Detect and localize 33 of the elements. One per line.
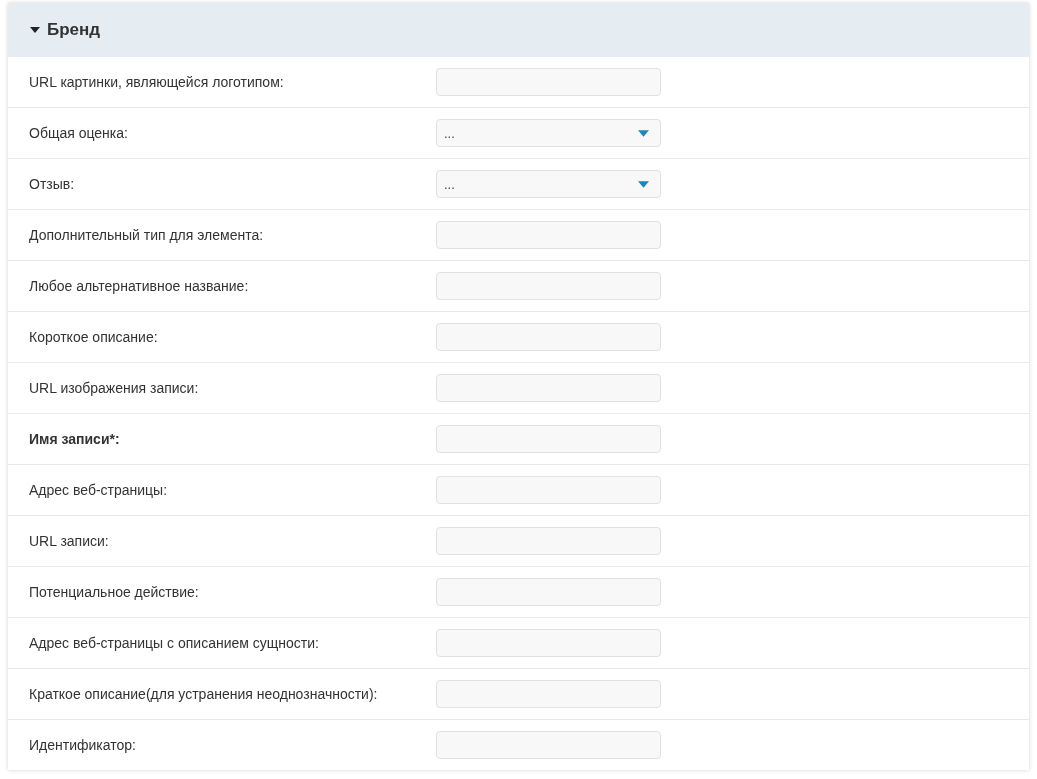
- field-label: Дополнительный тип для элемента:: [29, 227, 265, 243]
- panel-header[interactable]: Бренд: [8, 3, 1029, 57]
- field-label: Краткое описание(для устранения неоднозначности):: [29, 686, 379, 702]
- input-field[interactable]: [436, 221, 661, 249]
- panel-title: Бренд: [47, 20, 101, 40]
- input-field[interactable]: [436, 680, 661, 708]
- field-label: Потенциальное действие:: [29, 584, 200, 600]
- input-field[interactable]: [436, 425, 661, 453]
- field-label: URL записи:: [29, 533, 110, 549]
- dropdown[interactable]: ...: [436, 119, 661, 147]
- input-field[interactable]: [436, 527, 661, 555]
- field-label: Короткое описание:: [29, 329, 159, 345]
- input-field[interactable]: [436, 374, 661, 402]
- field-label: Идентификатор:: [29, 737, 137, 753]
- field-label: URL картинки, являющейся логотипом:: [29, 74, 285, 90]
- field-label: Имя записи*:: [29, 431, 121, 447]
- field-label: Отзыв:: [29, 176, 76, 192]
- field-label: Любое альтернативное название:: [29, 278, 250, 294]
- input-field[interactable]: [436, 731, 661, 759]
- input-field[interactable]: [436, 68, 661, 96]
- input-field[interactable]: [436, 578, 661, 606]
- caret-icon: [638, 180, 649, 188]
- input-field[interactable]: [436, 476, 661, 504]
- caret-icon: [638, 129, 649, 137]
- caret-icon: [30, 27, 40, 33]
- field-label: Адрес веб-страницы с описанием сущности:: [29, 635, 320, 651]
- field-label: URL изображения записи:: [29, 380, 200, 396]
- input-field[interactable]: [436, 629, 661, 657]
- field-label: Общая оценка:: [29, 125, 129, 141]
- dropdown[interactable]: ...: [436, 170, 661, 198]
- field-label: Адрес веб-страницы:: [29, 482, 169, 498]
- input-field[interactable]: [436, 272, 661, 300]
- input-field[interactable]: [436, 323, 661, 351]
